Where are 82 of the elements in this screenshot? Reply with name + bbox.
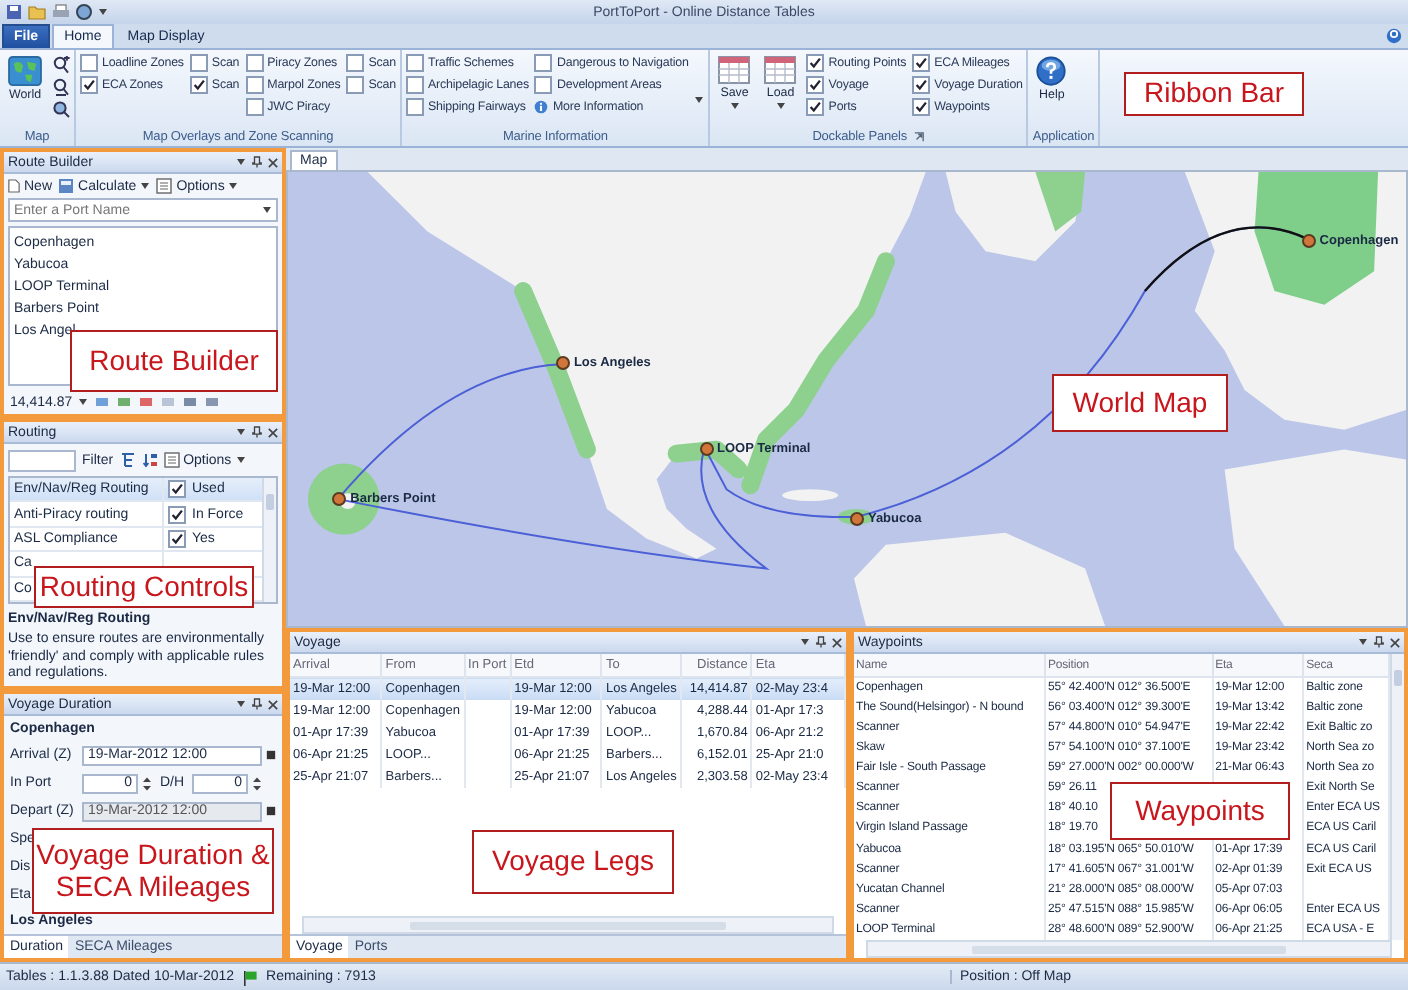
tree-icon[interactable]	[119, 452, 136, 468]
checkbox[interactable]	[168, 505, 186, 524]
checkbox[interactable]	[245, 54, 264, 72]
info-icon	[534, 100, 549, 114]
zoom-out-icon[interactable]	[52, 78, 70, 96]
checkbox[interactable]	[80, 54, 98, 72]
help-icon[interactable]	[1386, 28, 1402, 44]
dialog-launcher-icon[interactable]	[914, 131, 925, 141]
caret-icon	[262, 206, 272, 214]
scrollbar[interactable]	[302, 916, 834, 934]
callout-label: Voyage Duration & SECA Mileages	[32, 828, 274, 914]
pin-icon[interactable]	[816, 636, 826, 648]
options-icon	[163, 452, 180, 468]
dropdown-icon[interactable]	[266, 806, 276, 816]
checkbox[interactable]	[245, 98, 264, 116]
caret-icon	[98, 8, 108, 16]
scrollbar[interactable]	[866, 940, 1392, 958]
close-icon[interactable]	[268, 427, 278, 437]
callout-label: World Map	[1052, 374, 1228, 432]
close-icon[interactable]	[268, 699, 278, 709]
sort-icon[interactable]	[141, 452, 158, 468]
callout-label: Routing Controls	[34, 566, 254, 608]
checkbox[interactable]	[80, 76, 98, 94]
checkbox[interactable]	[806, 54, 825, 72]
checkbox[interactable]	[406, 76, 424, 94]
scrollbar[interactable]	[1390, 654, 1404, 940]
globe-icon[interactable]	[76, 4, 92, 20]
checkbox[interactable]	[168, 530, 186, 549]
document-icon	[8, 178, 20, 194]
caret-icon	[729, 102, 740, 110]
caret-icon[interactable]	[236, 700, 246, 708]
checkbox[interactable]	[534, 54, 553, 72]
callout-label: Voyage Legs	[472, 830, 674, 894]
caret-icon[interactable]	[1358, 638, 1368, 646]
checkbox[interactable]	[806, 98, 825, 116]
checkbox[interactable]	[534, 76, 553, 94]
caret-icon	[235, 456, 246, 464]
zoom-in-icon[interactable]	[52, 56, 70, 74]
checkbox[interactable]	[346, 54, 365, 72]
caret-icon[interactable]	[236, 158, 246, 166]
pin-icon[interactable]	[1374, 636, 1384, 648]
checkbox[interactable]	[406, 98, 424, 116]
close-icon[interactable]	[268, 157, 278, 167]
callout-label: Ribbon Bar	[1124, 72, 1304, 116]
checkbox[interactable]	[406, 54, 424, 72]
caret-icon	[694, 95, 705, 103]
scrollbar[interactable]	[262, 478, 276, 602]
caret-icon	[140, 182, 151, 190]
caret-icon	[228, 182, 239, 190]
zoom-globe-icon[interactable]	[52, 100, 70, 118]
flag-icon	[242, 969, 259, 985]
checkbox[interactable]	[189, 54, 208, 72]
callout-label: Waypoints	[1110, 782, 1290, 840]
filter-field[interactable]	[8, 449, 76, 471]
close-icon[interactable]	[1390, 637, 1400, 647]
globe-icon	[8, 56, 42, 86]
caret-icon	[775, 102, 786, 110]
checkbox[interactable]	[912, 76, 931, 94]
help-icon	[1036, 56, 1067, 86]
pin-icon[interactable]	[252, 156, 262, 168]
options-icon	[156, 178, 173, 194]
checkbox[interactable]	[346, 76, 365, 94]
close-icon[interactable]	[832, 637, 842, 647]
caret-icon	[78, 398, 89, 406]
caret-icon[interactable]	[236, 428, 246, 436]
calculator-icon	[58, 178, 75, 194]
checkbox[interactable]	[912, 54, 931, 72]
table-icon	[764, 56, 797, 84]
printer-icon[interactable]	[52, 4, 70, 20]
checkbox[interactable]	[168, 480, 186, 499]
pin-icon[interactable]	[252, 698, 262, 710]
checkbox[interactable]	[912, 98, 931, 116]
pin-icon[interactable]	[252, 426, 262, 438]
table-save-icon	[718, 56, 751, 84]
spinner-icon[interactable]	[142, 775, 152, 791]
dropdown-icon[interactable]	[266, 750, 276, 760]
checkbox[interactable]	[189, 76, 208, 94]
caret-icon[interactable]	[800, 638, 810, 646]
save-icon[interactable]	[6, 4, 22, 20]
callout-label: Route Builder	[70, 330, 278, 392]
checkbox[interactable]	[245, 76, 264, 94]
checkbox[interactable]	[806, 76, 825, 94]
